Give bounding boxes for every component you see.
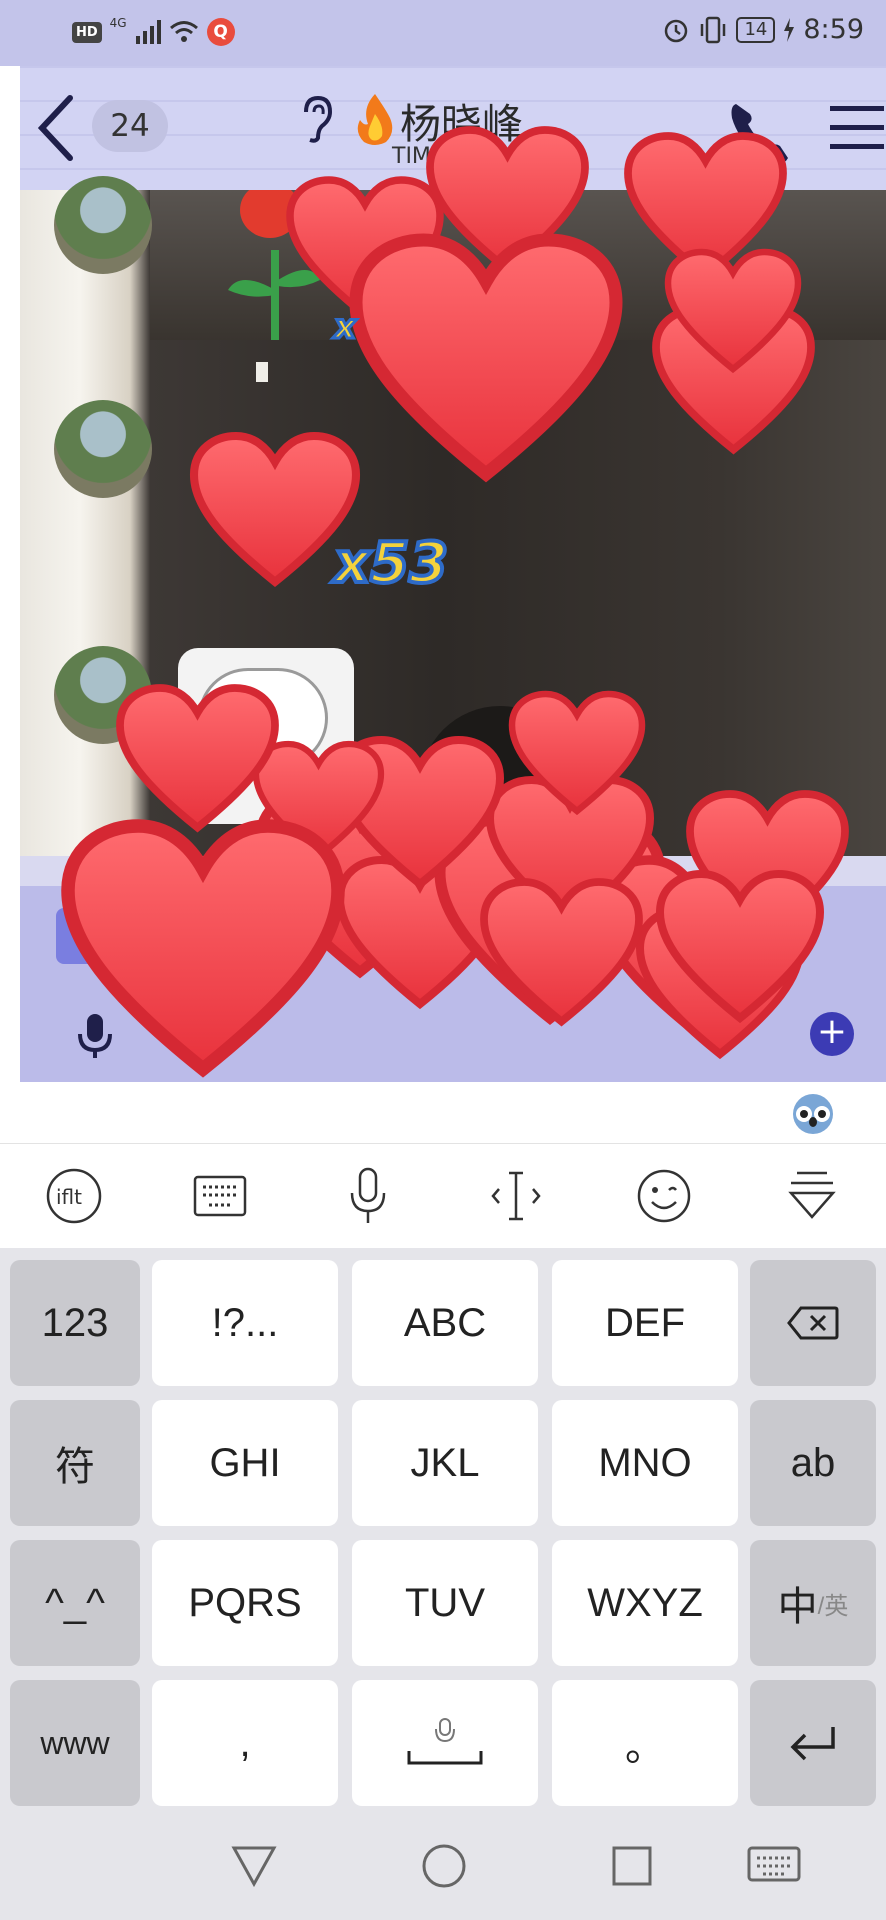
key-def[interactable]: DEF (552, 1260, 738, 1386)
keyboard-toolbar: iflt (0, 1144, 886, 1248)
key-emoticon[interactable]: ^_^ (10, 1540, 140, 1666)
message-input-row[interactable] (0, 1082, 886, 1144)
ear-icon[interactable] (296, 94, 336, 144)
backspace-icon (787, 1306, 839, 1340)
key-mno[interactable]: MNO (552, 1400, 738, 1526)
svg-text:iflt: iflt (56, 1185, 82, 1209)
hd-badge: HD (72, 21, 102, 43)
chat-frame: 24 杨晓峰 TIM + (0, 66, 886, 1082)
signal-icon (135, 20, 161, 44)
key-www[interactable]: www (10, 1680, 140, 1806)
key-123[interactable]: 123 (10, 1260, 140, 1386)
chat-title: 杨晓峰 (400, 100, 523, 148)
key-abc[interactable]: ABC (352, 1260, 538, 1386)
key-punctuation[interactable]: !?... (152, 1260, 338, 1386)
key-tuv[interactable]: TUV (352, 1540, 538, 1666)
unread-count-badge[interactable]: 24 (92, 100, 168, 152)
key-language-switch[interactable]: 中/英 (750, 1540, 876, 1666)
fire-icon (357, 94, 393, 145)
status-left: HD 4G Q (72, 16, 235, 46)
ceiling-lamp (256, 362, 268, 382)
key-jkl[interactable]: JKL (352, 1400, 538, 1526)
key-pqrs[interactable]: PQRS (152, 1540, 338, 1666)
battery-level: 14 (736, 16, 776, 43)
chat-header: 24 杨晓峰 TIM (20, 66, 886, 190)
key-backspace[interactable] (750, 1260, 876, 1386)
key-comma[interactable]: , (152, 1680, 338, 1806)
nav-home-icon[interactable] (414, 1836, 474, 1896)
plus-icon[interactable]: + (810, 1012, 854, 1056)
message-bubble[interactable] (56, 908, 96, 964)
charging-icon (784, 17, 795, 42)
nav-recents-icon[interactable] (602, 1836, 662, 1896)
notification-badge-icon: Q (206, 18, 235, 46)
wifi-icon (169, 21, 198, 42)
key-lowercase[interactable]: ab (750, 1400, 876, 1526)
key-symbols[interactable]: 符 (10, 1400, 140, 1526)
nav-back-icon[interactable] (224, 1836, 284, 1896)
phone-icon[interactable] (726, 96, 792, 168)
nav-keyboard-icon[interactable] (744, 1836, 804, 1896)
keyboard-icon[interactable] (186, 1162, 254, 1230)
microphone-icon[interactable] (70, 1010, 120, 1060)
key-enter[interactable] (750, 1680, 876, 1806)
koala-icon[interactable] (790, 1092, 836, 1136)
hide-keyboard-icon[interactable] (778, 1162, 846, 1230)
ime-logo-icon[interactable]: iflt (40, 1162, 108, 1230)
bear-face (198, 668, 328, 768)
ceiling-lamp (688, 346, 700, 366)
key-period[interactable]: 。 (552, 1680, 738, 1806)
bear-sticker[interactable] (178, 648, 354, 824)
t9-keyboard: 123 !?... ABC DEF 符 GHI JKL MNO ab ^_^ P… (0, 1248, 886, 1808)
avatar[interactable] (54, 400, 152, 498)
back-icon[interactable] (32, 92, 82, 164)
emoji-icon[interactable] (630, 1162, 698, 1230)
chat-subtitle: TIM (392, 144, 431, 169)
space-mic-icon (407, 1718, 483, 1765)
clock: 8:59 (803, 14, 864, 45)
system-nav-bar (0, 1808, 886, 1920)
key-ghi[interactable]: GHI (152, 1400, 338, 1526)
network-type: 4G (109, 16, 127, 30)
voice-input-icon[interactable] (334, 1162, 402, 1230)
avatar[interactable] (54, 646, 152, 744)
key-wxyz[interactable]: WXYZ (552, 1540, 738, 1666)
rose-sticker-icon (228, 190, 320, 340)
enter-icon (790, 1727, 835, 1761)
vibrate-icon (701, 16, 726, 43)
ceiling-lamp (466, 344, 478, 364)
cursor-icon[interactable] (482, 1162, 550, 1230)
status-bar: HD 4G Q 14 8:59 (0, 0, 886, 66)
language-en-label: /英 (817, 1592, 849, 1620)
key-space[interactable] (352, 1680, 538, 1806)
chat-window: 24 杨晓峰 TIM + (20, 66, 886, 1082)
status-right: 14 8:59 (662, 14, 864, 45)
alarm-icon (665, 19, 688, 42)
avatar[interactable] (54, 176, 152, 274)
toolbar-background (20, 886, 886, 1082)
menu-icon[interactable] (830, 102, 884, 154)
language-zh-label: 中 (777, 1585, 818, 1629)
